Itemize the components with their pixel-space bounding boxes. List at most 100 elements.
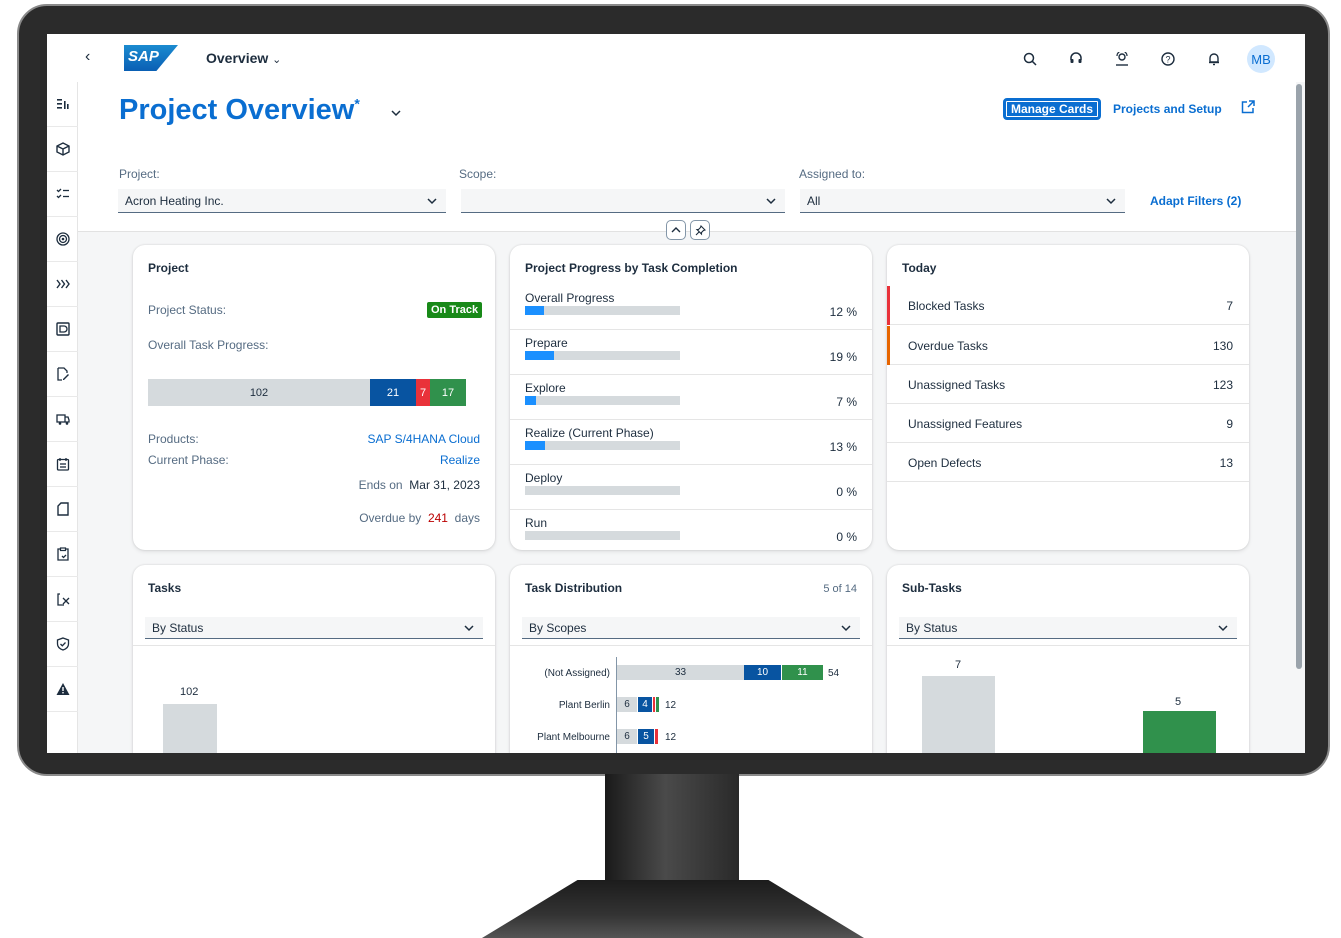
target-icon[interactable] (47, 217, 78, 262)
bar-segment[interactable]: 4 (638, 697, 652, 712)
divider (133, 645, 495, 646)
today-row-label: Blocked Tasks (908, 299, 985, 313)
collapse-header-button[interactable] (666, 220, 686, 240)
overview-icon[interactable] (47, 82, 78, 127)
progress-row-label: Deploy (525, 471, 563, 485)
app-title-label: Overview (206, 50, 269, 66)
progress-track (525, 306, 680, 315)
card-title: Tasks (148, 581, 182, 595)
assigned-select-value: All (807, 193, 821, 208)
bar-segment[interactable] (655, 729, 658, 744)
chevron-down-icon (426, 194, 438, 208)
page-title-text: Project Overview (119, 94, 355, 126)
chevrons-right-icon[interactable] (47, 262, 78, 307)
share-icon[interactable] (1241, 100, 1255, 119)
overdue-label: Overdue by (359, 511, 422, 525)
monitor-base (482, 880, 864, 938)
projects-setup-link[interactable]: Projects and Setup (1113, 102, 1222, 116)
project-filter-label: Project: (119, 167, 160, 181)
page-scrollbar[interactable] (1296, 84, 1302, 669)
products-link[interactable]: SAP S/4HANA Cloud (367, 432, 480, 446)
progress-row: Run 0 % (510, 510, 872, 550)
deliverable-icon[interactable] (47, 307, 78, 352)
edit-document-icon[interactable] (47, 352, 78, 397)
phase-link[interactable]: Realize (440, 453, 480, 467)
progress-card[interactable]: Project Progress by Task Completion Over… (510, 245, 872, 550)
feedback-icon[interactable] (1109, 46, 1135, 72)
page-header: Project Overview* Manage Cards Projects … (78, 82, 1296, 240)
bar-segment[interactable]: 6 (617, 729, 637, 744)
calendar-icon[interactable] (47, 442, 78, 487)
help-icon[interactable]: ? (1155, 46, 1181, 72)
subtasks-bar-done[interactable] (1143, 711, 1216, 753)
today-row-label: Unassigned Tasks (908, 378, 1006, 392)
chevron-down-icon (1105, 194, 1117, 208)
pin-header-button[interactable] (690, 220, 710, 240)
shield-check-icon[interactable] (47, 622, 78, 667)
assigned-filter-label: Assigned to: (799, 167, 866, 181)
status-indicator (887, 326, 890, 365)
bell-icon[interactable] (1201, 46, 1227, 72)
bar-segment[interactable]: 5 (638, 729, 654, 744)
test-task-icon[interactable] (47, 577, 78, 622)
distribution-select-value: By Scopes (529, 620, 587, 635)
cube-icon[interactable] (47, 127, 78, 172)
distribution-view-select[interactable]: By Scopes (522, 617, 860, 639)
today-row-label: Overdue Tasks (908, 339, 988, 353)
manage-cards-button[interactable]: Manage Cards (1003, 98, 1102, 120)
divider (510, 645, 872, 646)
progress-row-label: Overall Progress (525, 291, 615, 305)
bar-value-label: 5 (1175, 696, 1182, 708)
today-row-value: 13 (1219, 456, 1233, 470)
card-count: 5 of 14 (823, 583, 857, 595)
task-distribution-card[interactable]: Task Distribution 5 of 14 By Scopes (Not… (510, 565, 872, 753)
today-row-unassigned-tasks[interactable]: Unassigned Tasks 123 (887, 365, 1249, 404)
scope-select[interactable] (461, 189, 785, 213)
today-row-value: 130 (1212, 339, 1233, 353)
chevron-down-icon[interactable] (390, 104, 402, 122)
today-row-blocked[interactable]: Blocked Tasks 7 (887, 286, 1249, 325)
bar-value-label: 7 (955, 659, 962, 671)
bar-segment[interactable] (653, 697, 655, 712)
bar-segment[interactable]: 10 (744, 665, 781, 680)
checklist-icon[interactable] (47, 172, 78, 217)
subtasks-select-value: By Status (906, 620, 958, 635)
tasks-bar[interactable] (163, 704, 217, 753)
app-title-menu[interactable]: Overview ⌄ (206, 50, 281, 66)
adapt-filters-link[interactable]: Adapt Filters (2) (1150, 194, 1241, 208)
subtasks-bar-open[interactable] (922, 676, 995, 753)
headset-icon[interactable] (1063, 46, 1089, 72)
project-card[interactable]: Project Project Status: On Track Overall… (133, 245, 495, 550)
progress-percent: 12 % (829, 305, 857, 319)
today-row-open-defects[interactable]: Open Defects 13 (887, 443, 1249, 482)
bar-total: 12 (665, 732, 677, 743)
bar-segment[interactable]: 11 (782, 665, 823, 680)
project-select[interactable]: Acron Heating Inc. (118, 189, 446, 213)
sub-tasks-card[interactable]: Sub-Tasks By Status 7 5 (887, 565, 1249, 753)
today-row-unassigned-features[interactable]: Unassigned Features 9 (887, 404, 1249, 443)
document-icon[interactable] (47, 487, 78, 532)
end-date: Ends on Mar 31, 2023 (359, 478, 480, 492)
bar-segment[interactable]: 33 (617, 665, 744, 680)
clipboard-check-icon[interactable] (47, 532, 78, 577)
search-icon[interactable] (1017, 46, 1043, 72)
warning-icon[interactable] (47, 667, 78, 712)
user-avatar[interactable]: MB (1247, 45, 1275, 73)
today-card[interactable]: Today Blocked Tasks 7 Overdue Tasks 130 Un… (887, 245, 1249, 550)
header-toggle-group (666, 220, 710, 240)
tasks-card[interactable]: Tasks By Status 102 (133, 565, 495, 753)
progress-track (525, 486, 680, 495)
assigned-select[interactable]: All (800, 189, 1125, 213)
shell-actions: ? MB (1017, 45, 1275, 73)
sap-logo: SAP (124, 45, 178, 71)
monitor-stand (605, 774, 739, 894)
today-row-overdue[interactable]: Overdue Tasks 130 (887, 326, 1249, 365)
tasks-view-select[interactable]: By Status (145, 617, 483, 639)
truck-icon[interactable] (47, 397, 78, 442)
back-icon[interactable]: ‹ (85, 48, 90, 66)
bar-segment[interactable] (656, 697, 659, 712)
bar-segment[interactable]: 6 (617, 697, 637, 712)
subtasks-view-select[interactable]: By Status (899, 617, 1237, 639)
bar-total: 54 (828, 668, 840, 679)
progress-percent: 0 % (836, 530, 857, 544)
